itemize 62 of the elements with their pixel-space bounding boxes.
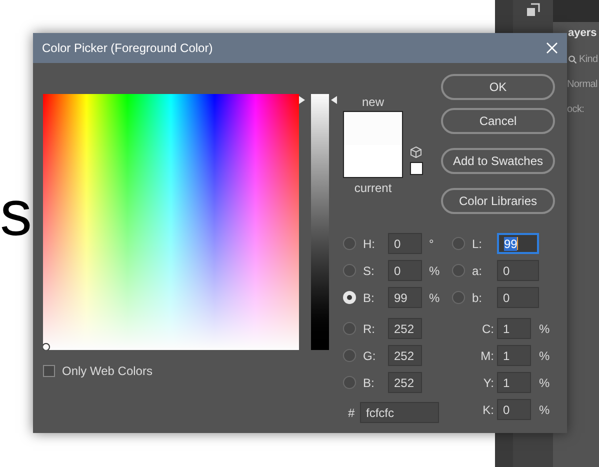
input-field[interactable]: 0 xyxy=(388,260,422,281)
field-label: B: xyxy=(363,290,376,306)
field-label: K: xyxy=(482,402,495,418)
field-label: C: xyxy=(481,320,495,338)
lock-label: ock: xyxy=(567,103,586,117)
web-safe-swatch[interactable] xyxy=(410,162,423,175)
tool-icon[interactable] xyxy=(525,2,541,18)
dialog-button[interactable]: OK xyxy=(441,74,555,100)
input-field[interactable]: 0 xyxy=(497,287,539,308)
dialog-button[interactable]: Add to Swatches xyxy=(441,148,555,174)
radio-button[interactable] xyxy=(343,237,356,250)
unit-label: ° xyxy=(429,236,434,252)
input-field[interactable]: 0 xyxy=(388,233,422,254)
radio-button[interactable] xyxy=(343,322,356,335)
field-label: H: xyxy=(363,236,376,252)
cube-icon[interactable] xyxy=(410,146,422,158)
field-label: R: xyxy=(363,320,376,338)
input-field[interactable]: 1 xyxy=(497,318,531,339)
radio-button[interactable] xyxy=(343,291,356,304)
close-icon[interactable] xyxy=(546,42,558,54)
dialog-button[interactable]: Cancel xyxy=(441,108,555,134)
field-label: G: xyxy=(363,348,377,364)
unit-label: % xyxy=(539,402,550,418)
dialog-button[interactable]: Color Libraries xyxy=(441,188,555,214)
field-label: M: xyxy=(480,348,495,364)
window-title: Color Picker (Foreground Color) xyxy=(42,40,213,57)
radio-button[interactable] xyxy=(343,349,356,362)
checkbox-label: Only Web Colors xyxy=(62,363,152,380)
color-swatch xyxy=(343,111,403,178)
input-field[interactable]: 0 xyxy=(497,399,531,420)
input-field[interactable]: 99 xyxy=(388,287,422,308)
hex-label: # xyxy=(347,404,356,422)
input-field[interactable]: 252 xyxy=(388,372,422,393)
radio-button[interactable] xyxy=(452,264,465,277)
unit-label: % xyxy=(539,374,550,392)
canvas-text: s xyxy=(0,178,32,248)
field-label: b: xyxy=(472,290,484,306)
field-label: a: xyxy=(472,262,484,280)
input-field[interactable]: fcfcfc xyxy=(360,402,439,423)
unit-label: % xyxy=(539,348,550,364)
input-field[interactable]: 252 xyxy=(388,345,422,366)
field-label: L: xyxy=(472,236,484,252)
unit-label: % xyxy=(429,290,440,306)
input-field[interactable]: 1 xyxy=(497,345,531,366)
input-field[interactable]: 99 xyxy=(497,233,539,254)
radio-button[interactable] xyxy=(452,291,465,304)
slider-thumb[interactable] xyxy=(299,96,337,104)
input-field[interactable]: 1 xyxy=(497,372,531,393)
field-label: S: xyxy=(363,262,376,280)
unit-label: % xyxy=(429,262,440,280)
new-label: new xyxy=(362,95,384,109)
radio-button[interactable] xyxy=(343,264,356,277)
input-field[interactable]: 252 xyxy=(388,318,422,339)
field-label: Y: xyxy=(482,374,495,392)
field-label: B: xyxy=(363,374,376,392)
search-icon xyxy=(568,55,577,64)
radio-button[interactable] xyxy=(343,376,356,389)
current-label: current xyxy=(354,181,392,195)
unit-label: % xyxy=(539,320,550,338)
checkbox[interactable] xyxy=(43,365,55,377)
radio-button[interactable] xyxy=(452,237,465,250)
input-field[interactable]: 0 xyxy=(497,260,539,281)
